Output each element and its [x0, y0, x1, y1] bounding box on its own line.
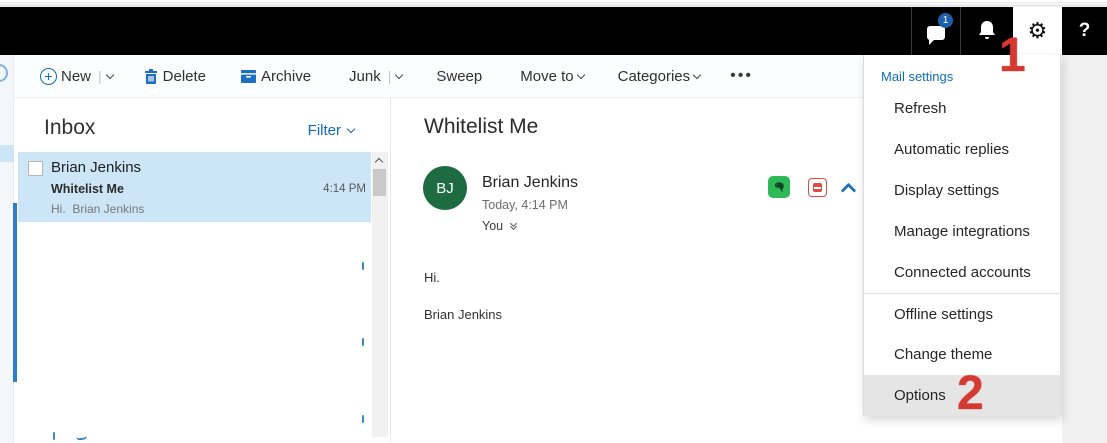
- categories-button[interactable]: Categories: [614, 67, 702, 85]
- chevron-down-icon: [346, 124, 356, 134]
- message-list-pane: Inbox Filter Brian Jenkins Whitelist Me …: [18, 98, 390, 443]
- annotation-step-2: 2: [957, 367, 984, 420]
- new-button[interactable]: + New |: [40, 67, 114, 85]
- move-to-button[interactable]: Move to: [516, 67, 585, 85]
- plus-circle-icon: +: [40, 67, 57, 85]
- menu-item-display-settings[interactable]: Display settings: [864, 170, 1060, 211]
- ellipsis-icon: •••: [730, 67, 753, 84]
- folder-pane-scrollbar[interactable]: [13, 203, 17, 382]
- menu-item-automatic-replies[interactable]: Automatic replies: [864, 129, 1060, 170]
- recipient-label: You: [482, 219, 504, 233]
- message-body-line: Hi.: [424, 270, 440, 285]
- email-preview: Hi. Brian Jenkins: [51, 202, 145, 216]
- sweep-label: Sweep: [436, 67, 483, 85]
- report-addin-icon[interactable]: [808, 178, 827, 197]
- elephant-icon: [774, 182, 784, 192]
- email-list-item[interactable]: Brian Jenkins Whitelist Me 4:14 PM Hi. B…: [18, 152, 371, 222]
- menu-header: Mail settings: [881, 69, 954, 84]
- row-mark: [362, 262, 364, 270]
- annotation-step-1: 1: [999, 29, 1026, 82]
- cutoff-text-mark: [53, 432, 55, 440]
- delete-label: Delete: [162, 67, 207, 85]
- partial-circle-icon: [0, 64, 8, 82]
- menu-item-offline-settings[interactable]: Offline settings: [864, 293, 1060, 334]
- sender-avatar[interactable]: BJ: [423, 166, 467, 210]
- chevron-down-icon[interactable]: [395, 70, 404, 79]
- bell-icon: [979, 21, 995, 39]
- settings-dropdown-menu: Mail settings Refresh Automatic replies …: [863, 55, 1061, 416]
- browser-edge-strip: [0, 0, 1107, 7]
- chat-bubble-icon: [927, 26, 945, 45]
- help-button[interactable]: ?: [1062, 7, 1107, 55]
- menu-item-manage-integrations[interactable]: Manage integrations: [864, 211, 1060, 252]
- row-mark: [362, 338, 364, 346]
- junk-button[interactable]: Junk |: [345, 67, 404, 85]
- junk-label: Junk: [349, 67, 381, 85]
- collapse-caret-icon[interactable]: [840, 182, 857, 199]
- archive-label: Archive: [261, 67, 312, 85]
- chevron-down-icon: [692, 70, 702, 79]
- email-sender: Brian Jenkins: [51, 159, 142, 176]
- message-timestamp: Today, 4:14 PM: [482, 198, 568, 212]
- divider: |: [387, 68, 392, 84]
- folder-pane-edge: [0, 55, 14, 443]
- new-label: New: [61, 67, 92, 85]
- gear-icon: ⚙: [1027, 18, 1048, 43]
- selected-folder-indicator: [0, 145, 14, 162]
- scrollbar-thumb[interactable]: [373, 169, 386, 196]
- chevron-down-icon: [576, 70, 585, 79]
- more-commands-button[interactable]: •••: [730, 67, 753, 85]
- chevron-down-icon[interactable]: [105, 70, 114, 79]
- message-subject: Whitelist Me: [424, 115, 539, 138]
- feedback-button[interactable]: 1: [912, 7, 960, 55]
- list-header: Inbox Filter: [18, 98, 390, 152]
- scroll-up-icon[interactable]: [374, 157, 384, 167]
- categories-label: Categories: [617, 67, 691, 85]
- menu-item-refresh[interactable]: Refresh: [864, 88, 1060, 129]
- recipient-row[interactable]: You: [482, 219, 518, 233]
- trash-icon: [144, 68, 157, 84]
- archive-button[interactable]: Archive: [240, 68, 315, 85]
- email-time: 4:14 PM: [323, 183, 366, 195]
- email-subject: Whitelist Me: [51, 182, 124, 196]
- top-navigation-bar: 1 ⚙ ?: [0, 7, 1107, 55]
- archive-icon: [241, 69, 257, 83]
- folder-title: Inbox: [44, 116, 96, 139]
- row-mark: [362, 415, 364, 423]
- menu-item-connected-accounts[interactable]: Connected accounts: [864, 252, 1060, 293]
- outlook-mail-window: 1 ⚙ ? + New | Delete Archive Junk | Swee…: [0, 0, 1107, 443]
- evernote-addin-icon[interactable]: [768, 176, 790, 198]
- filter-button[interactable]: Filter: [307, 122, 356, 139]
- page-margin: [1062, 55, 1107, 443]
- cutoff-text-mark: [75, 434, 88, 441]
- question-mark-icon: ?: [1078, 20, 1091, 41]
- list-scrollbar[interactable]: [372, 152, 388, 437]
- notification-badge: 1: [938, 13, 953, 28]
- move-to-label: Move to: [520, 67, 574, 85]
- email-checkbox[interactable]: [28, 161, 43, 176]
- message-body-line: Brian Jenkins: [424, 307, 503, 322]
- message-sender[interactable]: Brian Jenkins: [482, 174, 578, 192]
- double-chevron-down-icon[interactable]: [510, 219, 518, 231]
- delete-button[interactable]: Delete: [143, 68, 210, 85]
- sweep-button[interactable]: Sweep: [432, 68, 486, 85]
- filter-label: Filter: [307, 122, 341, 139]
- divider: |: [98, 68, 102, 84]
